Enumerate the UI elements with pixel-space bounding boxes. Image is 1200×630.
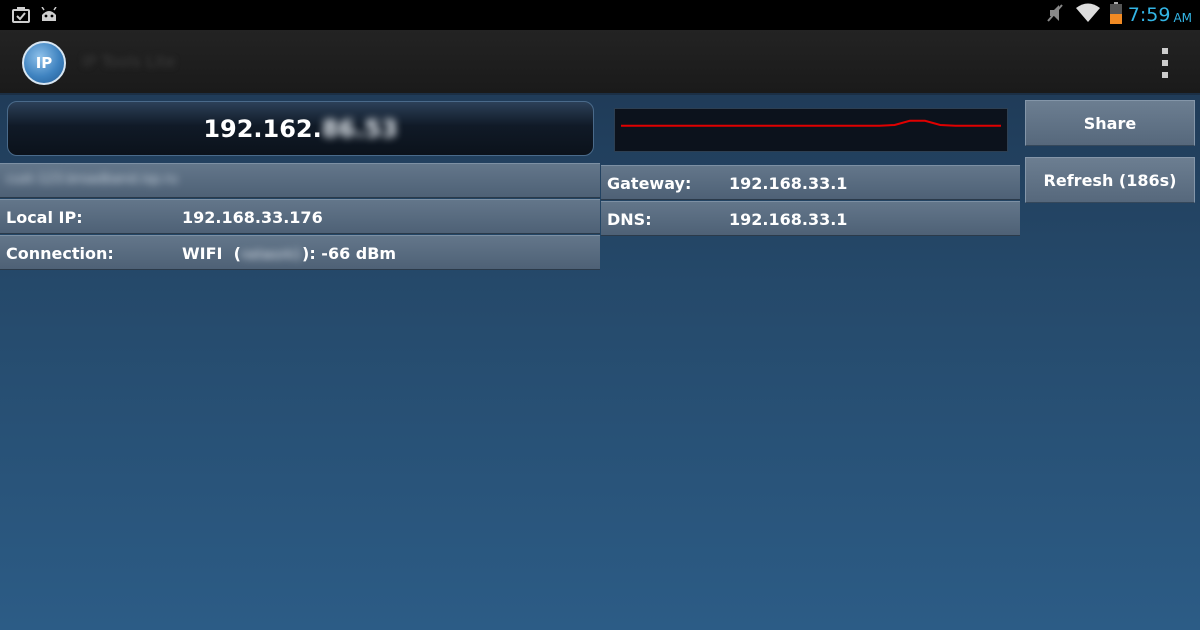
menu-dot [1162,72,1168,78]
menu-dot [1162,48,1168,54]
refresh-button[interactable]: Refresh (186s) [1025,157,1195,203]
clock-ampm: AM [1173,10,1192,25]
external-ip-obscured: 86.53 [321,114,398,143]
external-ip-display: 192.162. 86.53 [7,101,594,156]
signal-graph [614,108,1008,152]
android-debug-icon [40,6,58,23]
app-icon[interactable]: IP [22,41,66,85]
hostname-value: cust-123.broadband.isp.ru [6,172,178,187]
signal-graph-svg [621,119,1001,127]
local-ip-value: 192.168.33.176 [182,208,323,227]
overflow-menu-icon[interactable] [1160,48,1170,78]
connection-value: WIFI (network1): -66 dBm [182,244,396,263]
external-ip-visible: 192.162. [203,114,322,143]
share-button[interactable]: Share [1025,100,1195,146]
signal-line [621,119,1001,127]
clipboard-check-icon [12,7,30,23]
hostname-row: cust-123.broadband.isp.ru [0,163,600,198]
connection-label: Connection: [6,244,114,263]
connection-row: Connection: WIFI (network1): -66 dBm [0,235,600,270]
gateway-row: Gateway: 192.168.33.1 [601,165,1020,200]
dns-row: DNS: 192.168.33.1 [601,201,1020,236]
local-ip-row: Local IP: 192.168.33.176 [0,199,600,234]
signal-strength: ): -66 dBm [302,244,397,263]
wifi-ssid: network1 [240,248,303,263]
clock-time: 7:59 [1127,4,1171,26]
status-bar: 7:59 AM [0,0,1200,30]
app-title: IP Tools Lite [82,52,176,71]
dns-value: 192.168.33.1 [729,210,848,229]
action-bar: IP IP Tools Lite [0,30,1200,95]
battery-icon [1109,2,1122,28]
status-bar-right: 7:59 AM [1046,0,1192,30]
gateway-label: Gateway: [607,174,692,193]
gateway-value: 192.168.33.1 [729,174,848,193]
dns-label: DNS: [607,210,652,229]
connection-type: WIFI ( [182,244,241,263]
wifi-icon [1075,3,1100,27]
local-ip-label: Local IP: [6,208,83,227]
app-icon-label: IP [35,54,53,72]
menu-dot [1162,60,1168,66]
sound-muted-icon [1046,3,1064,27]
